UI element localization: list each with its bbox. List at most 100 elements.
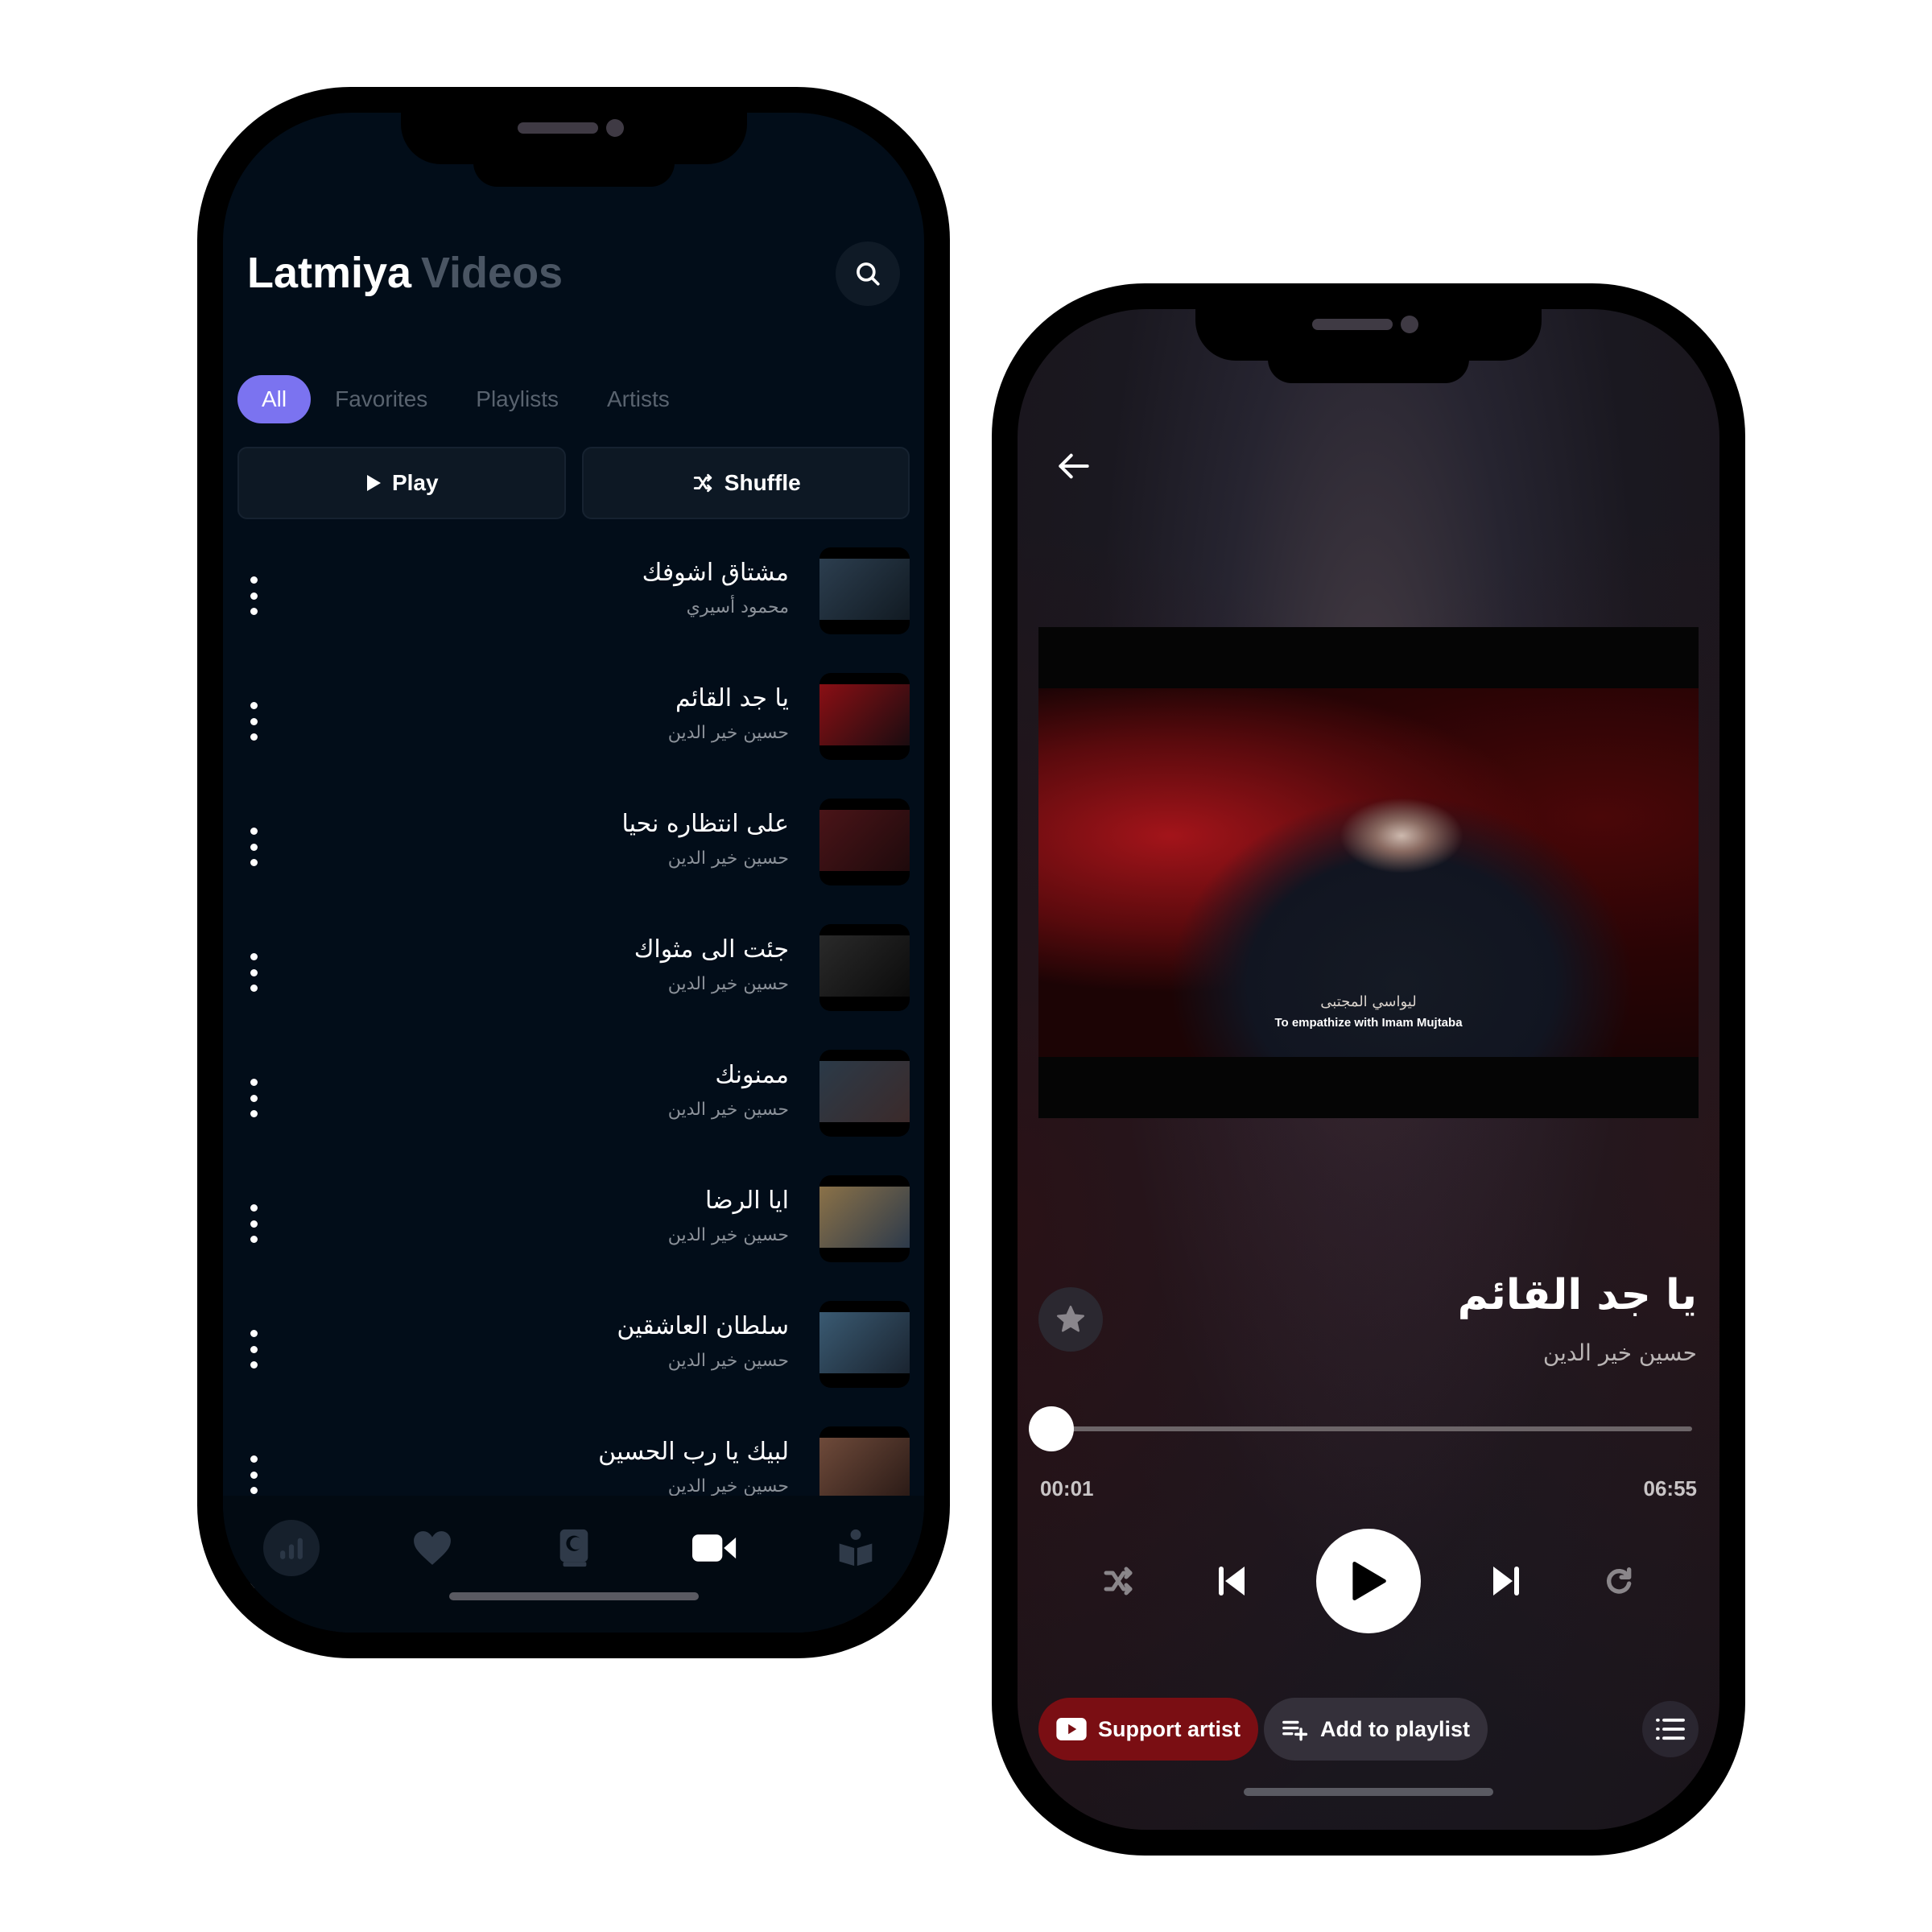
- section-title[interactable]: Videos: [421, 248, 563, 298]
- quran-book-icon: [559, 1529, 588, 1567]
- library-screen: Latmiya Videos All Favorites Playlists A…: [223, 113, 924, 1633]
- search-button[interactable]: [836, 242, 900, 306]
- video-artist: حسين خير الدين: [667, 1351, 789, 1371]
- more-options-icon[interactable]: [247, 576, 260, 615]
- nav-favorites[interactable]: [404, 1520, 460, 1576]
- video-artist: محمود أسيري: [686, 597, 789, 617]
- search-icon: [857, 262, 880, 286]
- video-artist: حسين خير الدين: [667, 974, 789, 994]
- repeat-button[interactable]: [1591, 1553, 1647, 1609]
- heart-icon: [414, 1531, 452, 1565]
- back-button[interactable]: [1050, 442, 1098, 490]
- play-all-button[interactable]: Play: [237, 447, 566, 519]
- more-options-icon[interactable]: [247, 953, 260, 992]
- more-options-icon[interactable]: [247, 1330, 260, 1368]
- speaker: [517, 122, 598, 134]
- current-time: 00:01: [1040, 1476, 1094, 1501]
- video-player[interactable]: ليواسي المجتبى To empathize with Imam Mu…: [1038, 627, 1699, 1118]
- next-button[interactable]: [1478, 1553, 1534, 1609]
- tab-playlists[interactable]: Playlists: [452, 375, 583, 423]
- video-thumbnail: [819, 547, 910, 634]
- support-artist-button[interactable]: Support artist: [1038, 1698, 1259, 1761]
- nav-stats[interactable]: [263, 1520, 320, 1576]
- camera: [1401, 316, 1418, 333]
- video-title: ايا الرضا: [704, 1187, 789, 1215]
- progress-knob[interactable]: [1028, 1406, 1074, 1451]
- library-phone: Latmiya Videos All Favorites Playlists A…: [197, 87, 950, 1658]
- video-thumbnail: [819, 673, 910, 760]
- now-playing-title: يا جد القائم: [1457, 1271, 1697, 1319]
- more-options-icon[interactable]: [247, 702, 260, 741]
- video-artist: حسين خير الدين: [667, 1225, 789, 1245]
- home-indicator: [1244, 1788, 1493, 1796]
- playback-controls: [1090, 1529, 1647, 1633]
- video-list-item[interactable]: جئت الى مثواك حسين خير الدين: [237, 924, 910, 1050]
- speaker: [1312, 319, 1393, 330]
- video-subtitle-arabic: ليواسي المجتبى: [1320, 993, 1417, 1010]
- previous-button[interactable]: [1203, 1553, 1260, 1609]
- more-options-icon[interactable]: [247, 1204, 260, 1243]
- video-list-item[interactable]: ممنونك حسين خير الدين: [237, 1050, 910, 1175]
- queue-button[interactable]: [1642, 1701, 1699, 1757]
- nav-reader[interactable]: [828, 1520, 884, 1576]
- stats-icon: [280, 1538, 303, 1559]
- play-icon: [1352, 1561, 1386, 1600]
- arrow-left-icon: [1059, 453, 1089, 479]
- video-thumbnail: [819, 924, 910, 1011]
- video-subtitle-english: To empathize with Imam Mujtaba: [1274, 1016, 1463, 1030]
- video-artist: حسين خير الدين: [667, 1476, 789, 1496]
- video-list-item[interactable]: ايا الرضا حسين خير الدين: [237, 1175, 910, 1301]
- video-camera-icon: [691, 1534, 736, 1562]
- tab-artists[interactable]: Artists: [583, 375, 694, 423]
- video-artist: حسين خير الدين: [667, 1100, 789, 1120]
- video-list-item[interactable]: مشتاق اشوفك محمود أسيري: [237, 547, 910, 673]
- video-thumbnail: [819, 1050, 910, 1137]
- nav-videos[interactable]: [687, 1520, 743, 1576]
- nav-quran[interactable]: [546, 1520, 602, 1576]
- video-title: على انتظاره نحيا: [621, 810, 789, 838]
- video-list-item[interactable]: على انتظاره نحيا حسين خير الدين: [237, 799, 910, 924]
- notch: [400, 113, 747, 164]
- more-options-icon[interactable]: [247, 1079, 260, 1117]
- shuffle-button[interactable]: [1090, 1553, 1146, 1609]
- more-options-icon[interactable]: [247, 828, 260, 866]
- video-list-item[interactable]: يا جد القائم حسين خير الدين: [237, 673, 910, 799]
- favorite-button[interactable]: [1038, 1287, 1103, 1352]
- video-artist: حسين خير الدين: [667, 723, 789, 743]
- video-title: يا جد القائم: [675, 684, 789, 712]
- video-list: مشتاق اشوفك محمود أسيري يا جد القائم حسين خ…: [237, 547, 910, 1633]
- video-title: سلطان العاشقين: [617, 1312, 789, 1340]
- now-playing-artist[interactable]: حسين خير الدين: [1543, 1340, 1697, 1366]
- app-title: Latmiya: [247, 249, 412, 297]
- shuffle-all-button[interactable]: Shuffle: [581, 447, 910, 519]
- video-thumbnail: [819, 799, 910, 886]
- add-to-playlist-button[interactable]: Add to playlist: [1264, 1698, 1488, 1761]
- bottom-actions: Support artist Add to playlist: [1038, 1698, 1699, 1761]
- add-to-playlist-label: Add to playlist: [1320, 1716, 1471, 1741]
- video-artist: حسين خير الدين: [667, 848, 789, 869]
- action-buttons: Play Shuffle: [237, 447, 910, 519]
- video-list-item[interactable]: سلطان العاشقين حسين خير الدين: [237, 1301, 910, 1426]
- video-title: مشتاق اشوفك: [642, 559, 789, 587]
- tab-all[interactable]: All: [237, 375, 312, 423]
- tab-favorites[interactable]: Favorites: [311, 375, 452, 423]
- shuffle-all-label: Shuffle: [724, 470, 801, 495]
- player-phone: ليواسي المجتبى To empathize with Imam Mu…: [992, 283, 1745, 1856]
- notch-lower: [1268, 357, 1469, 383]
- play-pause-button[interactable]: [1316, 1529, 1421, 1633]
- notch-lower: [473, 161, 675, 187]
- play-all-label: Play: [391, 470, 439, 495]
- player-screen: ليواسي المجتبى To empathize with Imam Mu…: [1018, 309, 1719, 1830]
- skip-previous-icon: [1218, 1567, 1245, 1596]
- support-artist-label: Support artist: [1098, 1716, 1241, 1741]
- shuffle-icon: [693, 473, 712, 493]
- youtube-icon: [1056, 1718, 1087, 1740]
- progress-slider[interactable]: [1028, 1406, 1692, 1451]
- video-title: جئت الى مثواك: [634, 935, 789, 964]
- camera: [605, 119, 624, 137]
- more-options-icon[interactable]: [247, 1455, 260, 1494]
- bottom-nav: [223, 1496, 924, 1633]
- star-icon: [1056, 1305, 1085, 1332]
- play-icon: [366, 475, 381, 491]
- video-title: لبيك يا رب الحسين: [598, 1438, 789, 1466]
